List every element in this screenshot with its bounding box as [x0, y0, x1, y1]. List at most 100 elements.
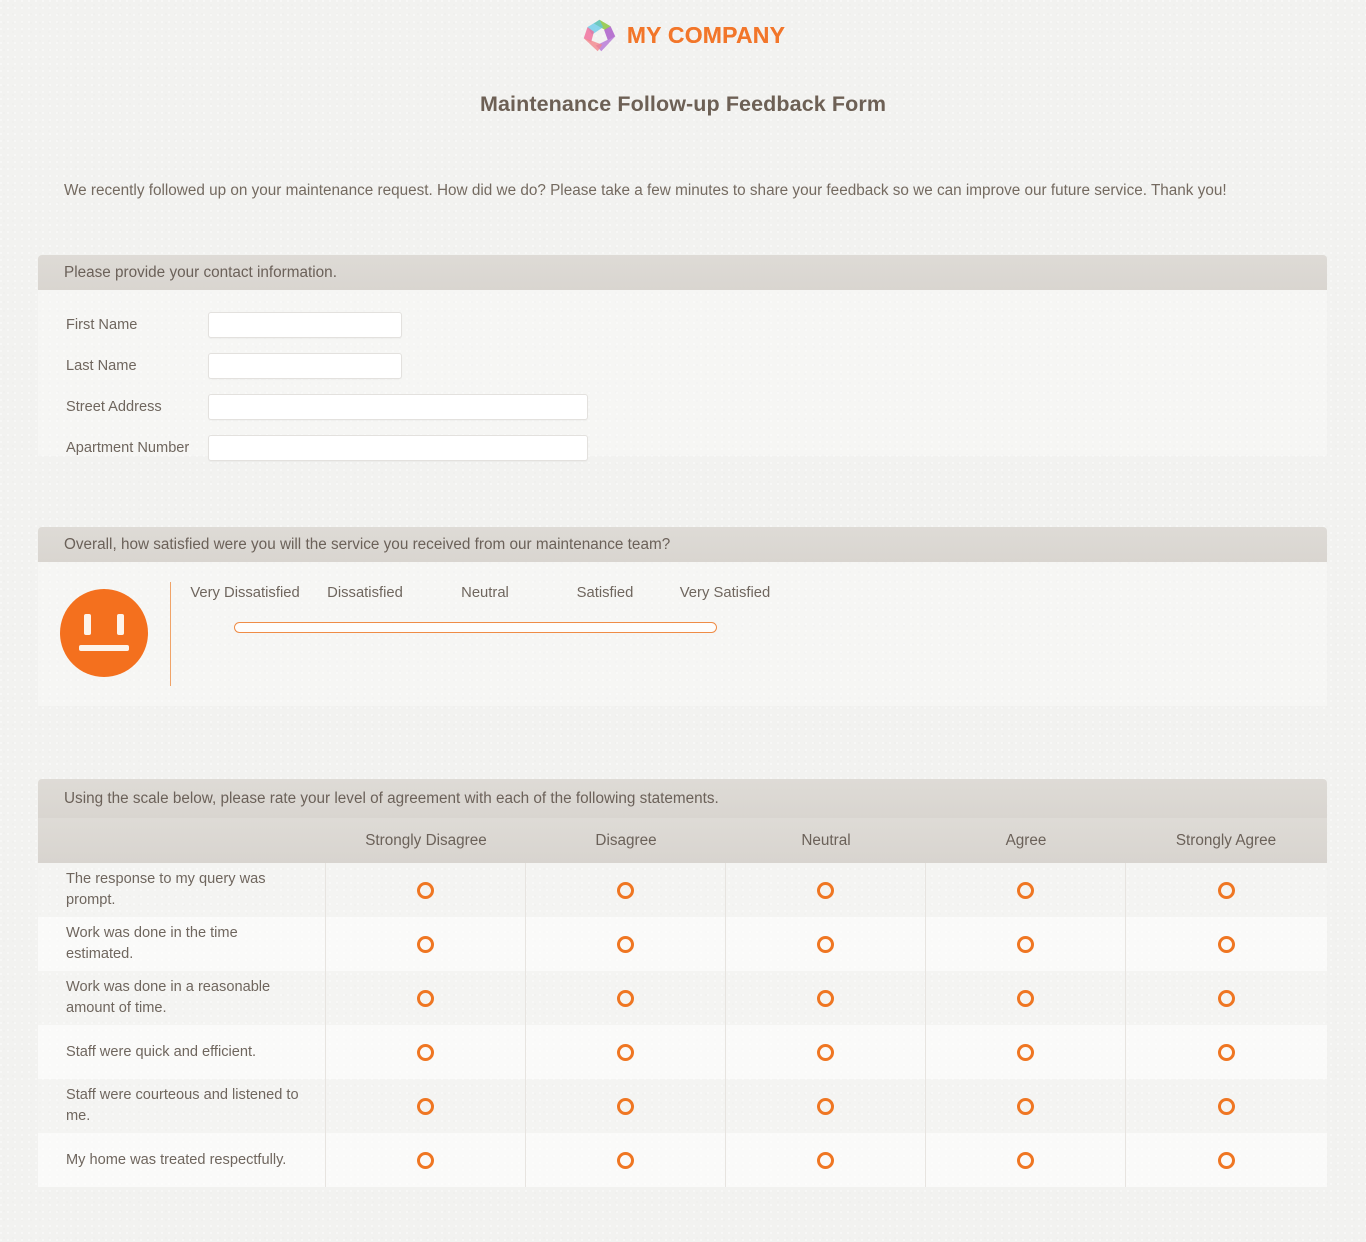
- matrix-cell-2-1[interactable]: [526, 971, 726, 1026]
- table-row: Work was done in a reasonable amount of …: [38, 971, 1327, 1026]
- matrix-cell-4-4[interactable]: [1126, 1079, 1326, 1133]
- matrix-statement-2: Work was done in a reasonable amount of …: [38, 971, 326, 1026]
- street-address-input[interactable]: [208, 393, 588, 420]
- contact-section-heading: Please provide your contact information.: [38, 255, 1327, 291]
- brand-header: MY COMPANY: [0, 0, 1366, 54]
- matrix-cell-3-2[interactable]: [726, 1025, 926, 1080]
- matrix-cell-3-3[interactable]: [926, 1025, 1126, 1080]
- matrix-statement-5: My home was treated respectfully.: [38, 1133, 326, 1188]
- radio-button[interactable]: [817, 935, 834, 953]
- matrix-cell-3-0[interactable]: [326, 1025, 526, 1080]
- matrix-statement-1: Work was done in the time estimated.: [38, 917, 326, 972]
- matrix-cell-0-4[interactable]: [1126, 863, 1326, 917]
- radio-button[interactable]: [1217, 881, 1235, 899]
- matrix-cell-1-4[interactable]: [1126, 917, 1326, 971]
- satisfaction-scale: Very Dissatisfied Dissatisfied Neutral S…: [171, 580, 1327, 634]
- radio-button[interactable]: [417, 1151, 434, 1169]
- matrix-statement-4: Staff were courteous and listened to me.: [38, 1079, 326, 1134]
- matrix-cell-2-2[interactable]: [726, 971, 926, 1026]
- radio-button[interactable]: [1217, 989, 1235, 1007]
- intro-paragraph: We recently followed up on your maintena…: [64, 182, 1227, 199]
- matrix-column-agree: Agree: [1005, 831, 1047, 849]
- radio-button[interactable]: [817, 989, 834, 1007]
- matrix-cell-1-1[interactable]: [526, 917, 726, 972]
- satisfaction-slider[interactable]: [234, 622, 717, 634]
- matrix-statement-0: The response to my query was prompt.: [38, 863, 326, 918]
- matrix-cell-0-3[interactable]: [926, 863, 1126, 918]
- radio-button[interactable]: [617, 989, 634, 1007]
- scale-label-very-dissatisfied: Very Dissatisfied: [190, 585, 300, 602]
- radio-button[interactable]: [617, 1097, 634, 1115]
- brand-name: MY COMPANY: [626, 22, 786, 48]
- matrix-cell-4-0[interactable]: [326, 1079, 526, 1134]
- radio-button[interactable]: [1017, 881, 1034, 899]
- matrix-cell-3-1[interactable]: [526, 1025, 726, 1080]
- matrix-cell-1-0[interactable]: [326, 917, 526, 972]
- face-eye-right-icon: [117, 614, 124, 636]
- radio-button[interactable]: [417, 935, 434, 953]
- matrix-cell-5-1[interactable]: [526, 1133, 726, 1188]
- radio-button[interactable]: [1217, 1151, 1235, 1169]
- first-name-input[interactable]: [208, 311, 402, 338]
- table-row: The response to my query was prompt.: [38, 863, 1327, 918]
- table-row: My home was treated respectfully.: [38, 1133, 1327, 1188]
- radio-button[interactable]: [617, 881, 634, 899]
- table-row: Work was done in the time estimated.: [38, 917, 1327, 972]
- radio-button[interactable]: [1017, 1151, 1034, 1169]
- radio-button[interactable]: [417, 989, 434, 1007]
- radio-button[interactable]: [417, 1097, 434, 1115]
- radio-button[interactable]: [817, 1097, 834, 1115]
- logo: MY COMPANY: [581, 17, 785, 54]
- matrix-cell-4-1[interactable]: [526, 1079, 726, 1134]
- matrix-cell-5-4[interactable]: [1126, 1133, 1326, 1187]
- matrix-statement-3: Staff were quick and efficient.: [38, 1025, 326, 1080]
- matrix-cell-2-3[interactable]: [926, 971, 1126, 1026]
- radio-button[interactable]: [617, 935, 634, 953]
- matrix-column-strongly-agree: Strongly Agree: [1175, 831, 1277, 849]
- agreement-matrix-section: Using the scale below, please rate your …: [38, 779, 1327, 1188]
- radio-button[interactable]: [617, 1151, 634, 1169]
- radio-button[interactable]: [617, 1043, 634, 1061]
- last-name-input[interactable]: [208, 352, 402, 379]
- matrix-cell-5-2[interactable]: [726, 1133, 926, 1188]
- matrix-cell-0-0[interactable]: [326, 863, 526, 918]
- radio-button[interactable]: [817, 881, 834, 899]
- radio-button[interactable]: [1017, 989, 1034, 1007]
- radio-button[interactable]: [1017, 935, 1034, 953]
- matrix-cell-5-0[interactable]: [326, 1133, 526, 1188]
- face-mouth-icon: [79, 645, 129, 652]
- contact-section-body: First Name Last Name Street Address Apar…: [38, 290, 1327, 461]
- matrix-cell-2-0[interactable]: [326, 971, 526, 1026]
- apartment-number-label: Apartment Number: [66, 439, 190, 456]
- radio-button[interactable]: [417, 881, 434, 899]
- matrix-column-disagree: Disagree: [595, 831, 657, 849]
- matrix-cell-2-4[interactable]: [1126, 971, 1326, 1025]
- matrix-cell-1-2[interactable]: [726, 917, 926, 972]
- radio-button[interactable]: [1217, 1097, 1235, 1115]
- matrix-cell-5-3[interactable]: [926, 1133, 1126, 1188]
- matrix-column-neutral: Neutral: [801, 831, 851, 849]
- matrix-cell-0-1[interactable]: [526, 863, 726, 918]
- face-eye-left-icon: [84, 614, 91, 636]
- matrix-cell-4-2[interactable]: [726, 1079, 926, 1134]
- radio-button[interactable]: [1017, 1097, 1034, 1115]
- matrix-cell-0-2[interactable]: [726, 863, 926, 918]
- matrix-cell-1-3[interactable]: [926, 917, 1126, 972]
- neutral-face-icon: [60, 589, 148, 678]
- radio-button[interactable]: [1017, 1043, 1034, 1061]
- matrix-column-strongly-disagree: Strongly Disagree: [365, 831, 487, 849]
- radio-button[interactable]: [1217, 1043, 1235, 1061]
- table-row: Staff were quick and efficient.: [38, 1025, 1327, 1080]
- radio-button[interactable]: [1217, 935, 1235, 953]
- radio-button[interactable]: [817, 1151, 834, 1169]
- matrix-cell-4-3[interactable]: [926, 1079, 1126, 1134]
- apartment-number-input[interactable]: [208, 434, 588, 461]
- satisfaction-face-cell: [38, 580, 170, 678]
- overall-satisfaction-section: Overall, how satisfied were you will the…: [38, 527, 1327, 707]
- radio-button[interactable]: [817, 1043, 834, 1061]
- contact-information-section: Please provide your contact information.…: [38, 255, 1327, 461]
- matrix-cell-3-4[interactable]: [1126, 1025, 1326, 1079]
- satisfaction-scale-labels: Very Dissatisfied Dissatisfied Neutral S…: [182, 585, 1327, 601]
- last-name-label: Last Name: [66, 357, 137, 374]
- radio-button[interactable]: [417, 1043, 434, 1061]
